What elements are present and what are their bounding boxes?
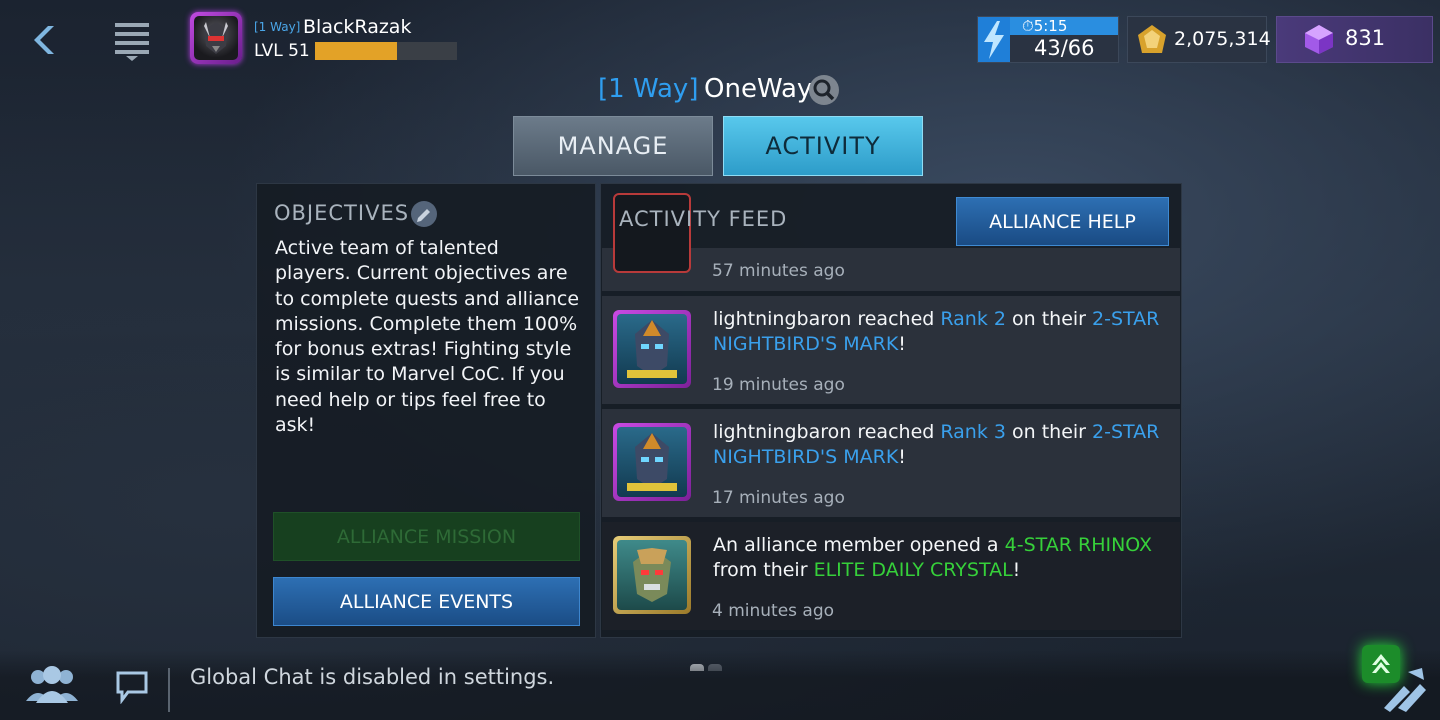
player-avatar[interactable] [190, 12, 242, 64]
feed-item: 57 minutes ago [602, 193, 1180, 291]
credits-counter[interactable]: 2,075,314 [1127, 16, 1271, 63]
feed-verb: reached [851, 421, 941, 443]
alliance-help-button[interactable]: ALLIANCE HELP [956, 197, 1169, 246]
feed-end: ! [1012, 559, 1021, 581]
feed-item-time: 4 minutes ago [712, 601, 835, 621]
alliance-mission-button[interactable]: ALLIANCE MISSION [273, 512, 580, 561]
feed-item-time: 19 minutes ago [712, 375, 845, 395]
credits-icon [1138, 25, 1166, 53]
feed-prefix: An alliance member opened a [713, 534, 1005, 556]
feed-rank: Rank 2 [940, 308, 1006, 330]
energy-timer: ⏱5:15 [1022, 17, 1067, 35]
feed-item: lightningbaron reached Rank 2 on their 2… [602, 296, 1180, 404]
quick-actions-icon[interactable] [1378, 662, 1428, 712]
champion-thumbnail [613, 310, 691, 388]
feed-item-thumbnail [613, 193, 691, 273]
chat-status-text: Global Chat is disabled in settings. [190, 665, 555, 689]
feed-item-name: 4-STAR RHINOX [1004, 534, 1153, 556]
feed-item-time: 17 minutes ago [712, 488, 845, 508]
back-icon [34, 26, 54, 54]
feed-item: An alliance member opened a 4-STAR RHINO… [602, 522, 1180, 630]
chat-icon[interactable] [114, 668, 150, 705]
alliance-name: OneWay [704, 74, 813, 104]
energy-timer-value: 5:15 [1033, 17, 1068, 35]
tab-manage[interactable]: MANAGE [513, 116, 713, 176]
champion-thumbnail [613, 536, 691, 614]
objectives-text: Active team of talented players. Current… [275, 237, 580, 437]
search-icon[interactable] [809, 75, 839, 105]
player-name: BlackRazak [303, 16, 412, 38]
player-alliance-tag: [1 Way] [254, 20, 301, 34]
tab-activity[interactable]: ACTIVITY [723, 116, 923, 176]
feed-rank: Rank 3 [940, 421, 1006, 443]
feed-end: ! [898, 446, 906, 468]
feed-mid: on their [1005, 421, 1093, 443]
credits-value: 2,075,314 [1174, 28, 1271, 50]
feed-source: ELITE DAILY CRYSTAL [813, 559, 1013, 581]
xp-progress-bar [315, 42, 457, 60]
chat-divider [168, 668, 170, 712]
clock-icon: ⏱ [1022, 17, 1034, 35]
energy-counter[interactable]: ⏱5:15 43/66 [977, 16, 1119, 63]
champion-thumbnail [613, 423, 691, 501]
back-button[interactable] [28, 20, 64, 60]
alliance-events-button[interactable]: ALLIANCE EVENTS [273, 577, 580, 626]
activity-feed-title: ACTIVITY FEED [619, 207, 788, 231]
shards-icon [1305, 25, 1333, 54]
feed-item-message: lightningbaron reached Rank 2 on their 2… [713, 307, 1173, 357]
player-level: LVL 51 [254, 41, 310, 61]
feed-end: ! [898, 333, 906, 355]
avatar-portrait [194, 16, 238, 60]
members-icon[interactable] [24, 665, 80, 705]
objectives-title: OBJECTIVES [274, 201, 410, 225]
energy-count: 43/66 [1034, 36, 1095, 60]
xp-progress-fill [315, 42, 398, 60]
menu-button[interactable] [112, 20, 152, 62]
feed-user: lightningbaron [713, 421, 852, 443]
feed-mid: on their [1005, 308, 1093, 330]
feed-item-message: An alliance member opened a 4-STAR RHINO… [713, 533, 1173, 583]
energy-bolt-icon [978, 17, 1010, 62]
edit-icon[interactable] [411, 201, 437, 227]
shards-counter[interactable]: 831 [1276, 16, 1433, 63]
feed-item-message: lightningbaron reached Rank 3 on their 2… [713, 420, 1173, 470]
feed-verb: reached [851, 308, 941, 330]
feed-user: lightningbaron [713, 308, 852, 330]
shards-value: 831 [1345, 26, 1386, 50]
menu-icon [115, 23, 149, 61]
feed-item: lightningbaron reached Rank 3 on their 2… [602, 409, 1180, 517]
alliance-tag: [1 Way] [598, 74, 699, 104]
feed-mid: from their [713, 559, 814, 581]
feed-item-time: 57 minutes ago [712, 261, 845, 281]
